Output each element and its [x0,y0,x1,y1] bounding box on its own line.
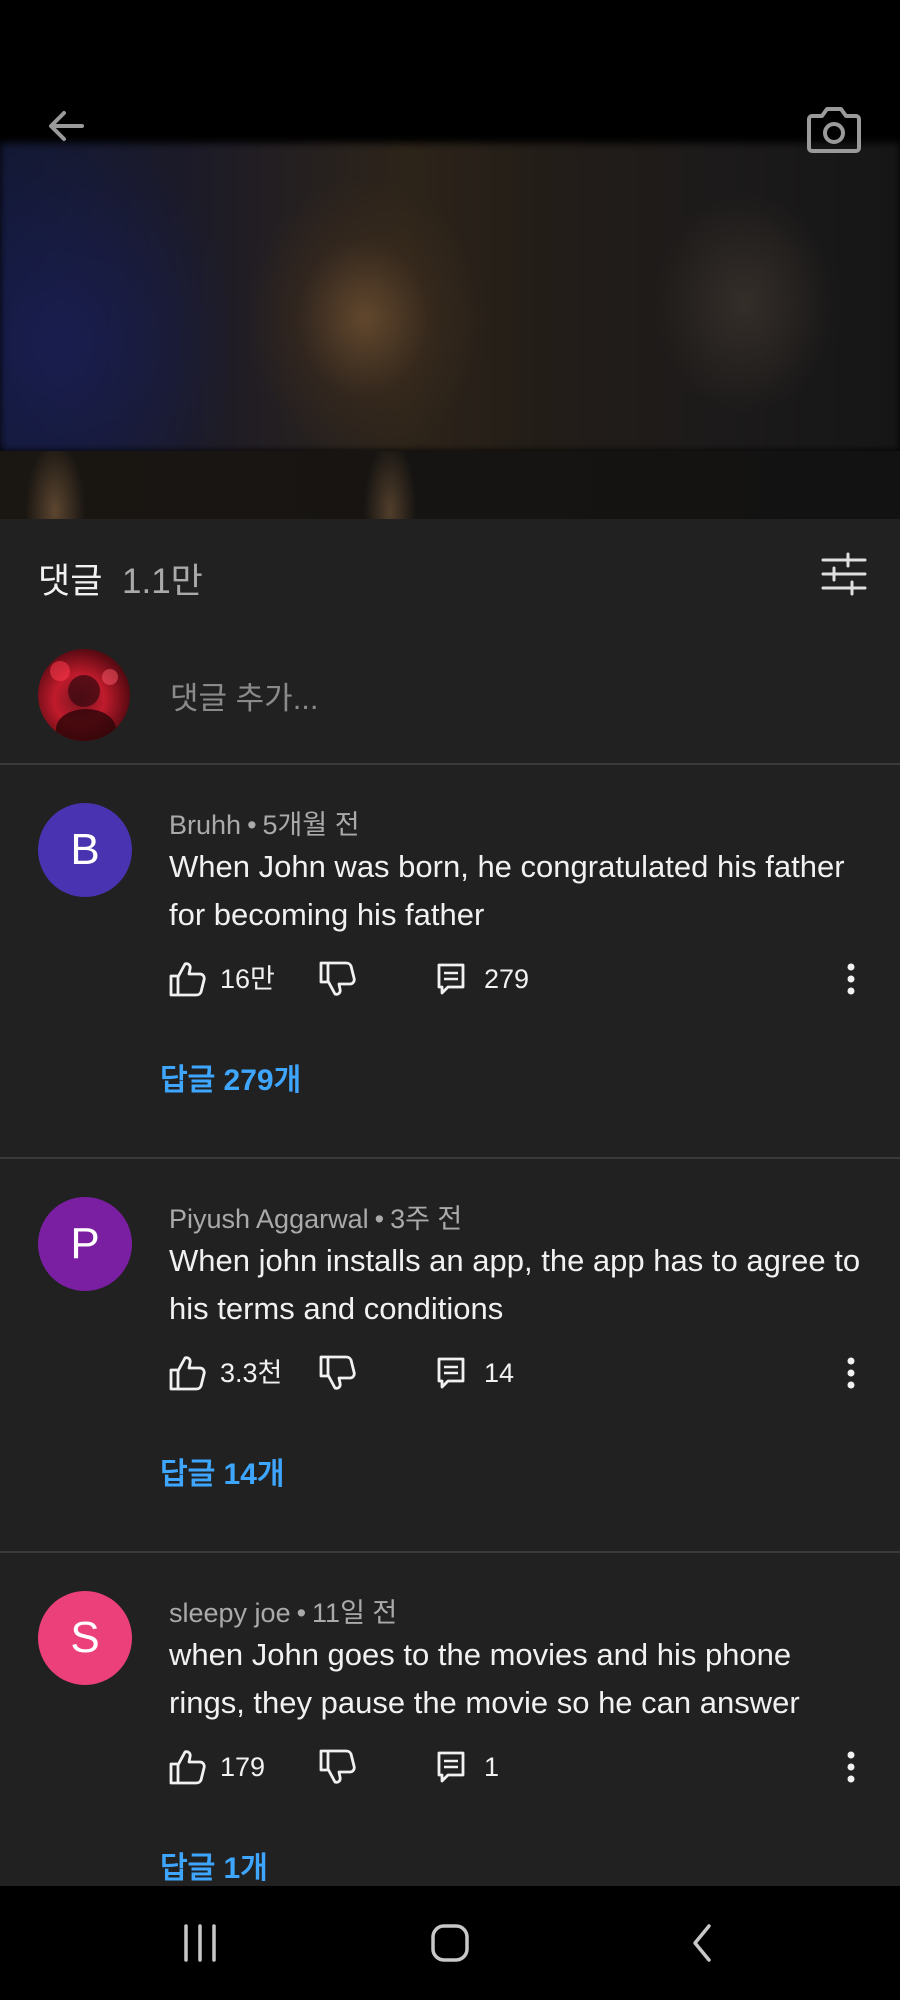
comments-count: 1.1만 [122,562,203,601]
more-vertical-icon [847,1751,855,1783]
thumbs-down-icon [319,1355,356,1390]
recent-apps-icon [184,1924,216,1962]
avatar[interactable]: P [38,1197,132,1291]
like-count: 179 [220,1752,266,1782]
comment-item: S sleepy joe • 11일 전 when John goes to the… [0,1553,900,1913]
reply-button[interactable] [436,951,466,1007]
comment-icon [437,1357,465,1389]
like-button[interactable] [168,1739,206,1795]
sort-comments-button[interactable] [816,549,872,599]
more-options-button[interactable] [846,1739,856,1795]
more-vertical-icon [847,1357,855,1389]
like-count: 3.3천 [220,1358,283,1388]
comment-time: 3주 전 [390,1204,463,1234]
home-icon [431,1924,469,1962]
comment-author[interactable]: Bruhh [169,810,241,840]
more-options-button[interactable] [846,1345,856,1401]
chevron-left-icon [693,1924,711,1962]
thumbs-up-icon [169,962,206,997]
arrow-left-icon [49,111,84,141]
my-avatar [38,649,130,741]
dislike-button[interactable] [318,1739,356,1795]
comment-text: When John was born, he congratulated his… [169,849,845,932]
reply-count: 14 [484,1358,515,1388]
back-button[interactable] [40,100,92,152]
comment-text: when John goes to the movies and his pho… [169,1637,800,1720]
comment-meta: sleepy joe • 11일 전 [169,1591,397,1630]
add-comment-row[interactable]: 댓글 추가... [0,629,900,765]
thumbs-up-icon [169,1750,206,1785]
meta-separator: • [247,810,257,840]
system-back-button[interactable] [672,1886,732,2000]
more-options-button[interactable] [846,951,856,1007]
video-frame [0,143,900,451]
recent-apps-button[interactable] [170,1886,230,2000]
avatar-letter: S [70,1613,100,1662]
like-button[interactable] [168,951,206,1007]
comment-icon [437,1751,465,1783]
comment-author[interactable]: sleepy joe [169,1598,291,1628]
comment-author[interactable]: Piyush Aggarwal [169,1204,369,1234]
reply-button[interactable] [436,1739,466,1795]
reply-count: 279 [484,964,530,994]
dislike-button[interactable] [318,1345,356,1401]
sliders-icon [821,552,867,596]
meta-separator: • [374,1204,385,1234]
comments-header: 댓글 1.1만 [0,519,900,629]
video-frame-bottom [0,451,900,519]
comment-time: 11일 전 [312,1598,398,1628]
video-player[interactable] [0,0,900,519]
reply-count: 1 [484,1752,500,1782]
like-count: 16만 [220,964,275,994]
thumbs-up-icon [169,1356,206,1391]
comments-title: 댓글 [38,562,103,601]
comment-text: When john installs an app, the app has t… [169,1243,861,1326]
thumbs-down-icon [319,961,356,996]
comment-item: B Bruhh • 5개월 전 When John was born, he con… [0,765,900,1159]
avatar-letter: P [70,1219,100,1268]
view-replies-link[interactable]: 답글 279개 [160,1055,301,1099]
thumbs-down-icon [319,1749,356,1784]
system-nav-bar [0,1886,900,2000]
view-replies-link[interactable]: 답글 1개 [160,1843,268,1887]
reply-button[interactable] [436,1345,466,1401]
comment-time: 5개월 전 [262,810,360,840]
meta-separator: • [296,1598,307,1628]
avatar-letter: B [70,825,100,874]
like-button[interactable] [168,1345,206,1401]
comment-meta: Piyush Aggarwal • 3주 전 [169,1197,462,1236]
camera-icon [807,107,861,153]
comment-icon [437,963,465,995]
dislike-button[interactable] [318,951,356,1007]
view-replies-link[interactable]: 답글 14개 [160,1449,285,1493]
more-vertical-icon [847,963,855,995]
comment-actions: 16만 279 [0,951,900,1007]
avatar[interactable]: S [38,1591,132,1685]
comment-actions: 3.3천 14 [0,1345,900,1401]
comment-meta: Bruhh • 5개월 전 [169,803,360,842]
avatar[interactable]: B [38,803,132,897]
comment-item: P Piyush Aggarwal • 3주 전 When john install… [0,1159,900,1553]
home-button[interactable] [420,1886,480,2000]
comment-actions: 179 1 [0,1739,900,1795]
screenshot-button[interactable] [805,100,863,158]
add-comment-input[interactable]: 댓글 추가... [170,673,319,718]
